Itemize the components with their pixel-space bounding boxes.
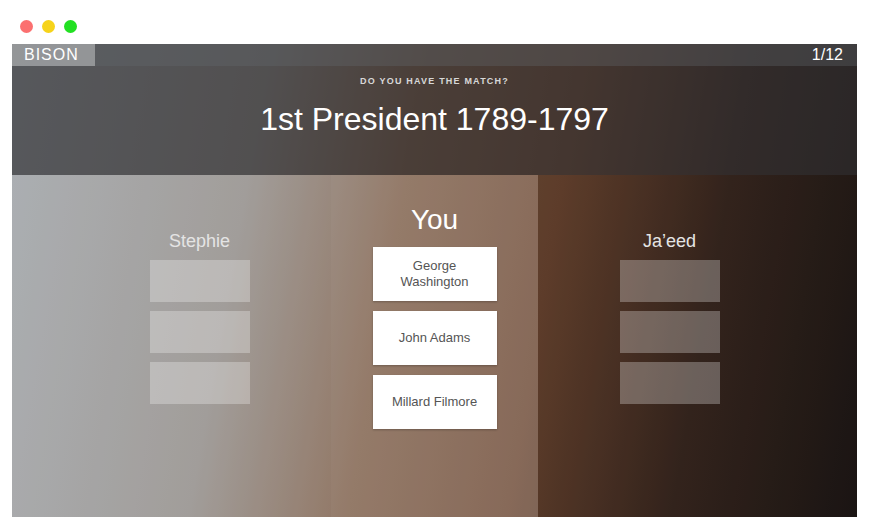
player-name: You — [411, 203, 458, 237]
hidden-answer-slot — [620, 362, 720, 404]
hidden-answer-slot — [620, 260, 720, 302]
player-column: Stephie — [12, 175, 331, 517]
question-progress: 1/12 — [812, 44, 857, 66]
question-prompt: DO YOU HAVE THE MATCH? — [360, 75, 509, 87]
answer-card[interactable]: Millard Filmore — [373, 375, 497, 429]
window-control-dot[interactable] — [20, 20, 33, 33]
window-chrome — [12, 0, 857, 44]
window-control-dot[interactable] — [64, 20, 77, 33]
answer-card[interactable]: George Washington — [373, 247, 497, 301]
answer-list: George Washington John Adams Millard Filmo… — [373, 247, 497, 429]
hidden-answer-slot — [150, 260, 250, 302]
player-column: Ja’eed — [538, 175, 857, 517]
hidden-answer-slot — [150, 362, 250, 404]
answer-card[interactable]: John Adams — [373, 311, 497, 365]
answer-list — [150, 260, 250, 404]
player-name: Stephie — [169, 230, 230, 252]
answer-list — [620, 260, 720, 404]
app-logo: BISON — [12, 44, 95, 66]
hidden-answer-slot — [620, 311, 720, 353]
window-control-dot[interactable] — [42, 20, 55, 33]
page: BISON 1/12 DO YOU HAVE THE MATCH? 1st Presi… — [0, 0, 876, 532]
player-column: You George Washington John Adams Millard Fi… — [331, 175, 538, 517]
question-header: DO YOU HAVE THE MATCH? 1st President 1789… — [12, 66, 857, 175]
player-columns: Stephie You George Washington John Adams Mil… — [12, 175, 857, 517]
game-screen: BISON 1/12 DO YOU HAVE THE MATCH? 1st Presi… — [12, 44, 857, 517]
question-text: 1st President 1789-1797 — [260, 99, 609, 139]
hidden-answer-slot — [150, 311, 250, 353]
player-name: Ja’eed — [643, 230, 696, 252]
top-bar: BISON 1/12 — [12, 44, 857, 66]
